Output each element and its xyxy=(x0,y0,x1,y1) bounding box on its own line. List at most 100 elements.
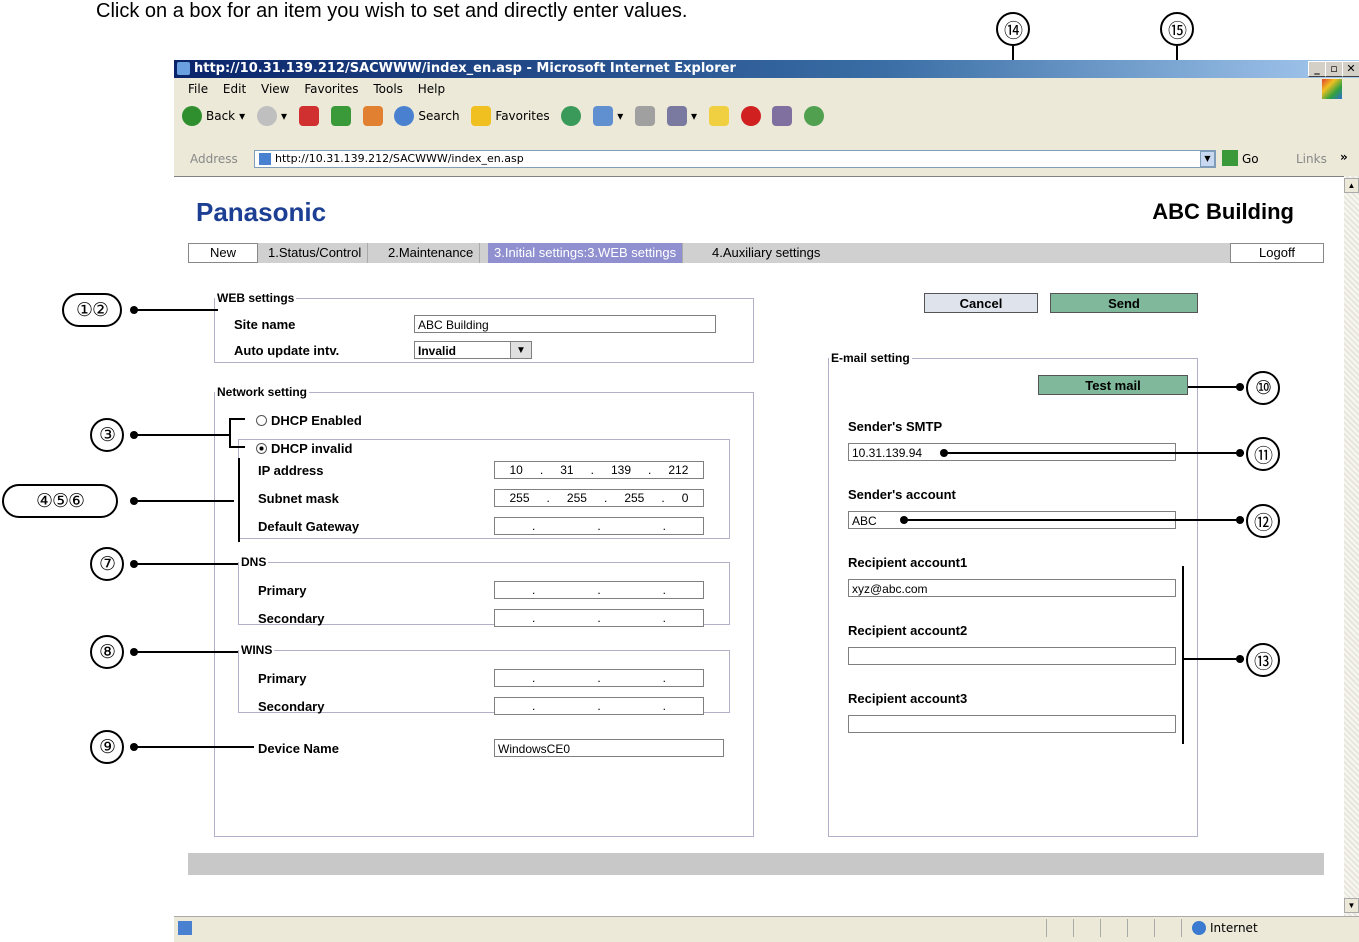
research-button[interactable] xyxy=(772,106,793,126)
back-button[interactable]: Back ▾ xyxy=(182,106,245,126)
favorites-button[interactable]: Favorites xyxy=(471,106,550,126)
send-button[interactable]: Send xyxy=(1050,293,1198,313)
mail-button[interactable]: ▾ xyxy=(593,106,623,126)
messenger-button[interactable] xyxy=(804,106,825,126)
wins-primary-input[interactable]: ... xyxy=(494,669,704,687)
nav-bar: New 1.Status/Control 2.Maintenance 3.Ini… xyxy=(188,243,1324,263)
callout-3: ③ xyxy=(90,418,124,452)
recipient1-input[interactable]: xyz@abc.com xyxy=(848,579,1176,597)
menu-tools[interactable]: Tools xyxy=(373,82,403,96)
messenger-icon xyxy=(804,106,825,126)
mask-octet-1[interactable]: 255 xyxy=(510,490,530,506)
close-icon[interactable]: ✕ xyxy=(1342,61,1359,77)
dns-primary-label: Primary xyxy=(258,583,307,598)
mask-octet-3[interactable]: 255 xyxy=(624,490,644,506)
stop-button[interactable] xyxy=(298,106,319,126)
minimize-icon[interactable]: _ xyxy=(1308,61,1326,77)
callout-10-dot xyxy=(1236,383,1244,391)
callout-15: ⑮ xyxy=(1160,12,1194,46)
callout-9-line xyxy=(134,746,254,748)
subnet-mask-input[interactable]: 255. 255. 255. 0 xyxy=(494,489,704,507)
vertical-scrollbar[interactable]: ▲ ▼ xyxy=(1344,176,1359,916)
menu-file[interactable]: File xyxy=(188,82,208,96)
chevron-down-icon[interactable]: ▼ xyxy=(510,342,531,358)
refresh-button[interactable] xyxy=(330,106,351,126)
dns-secondary-input[interactable]: ... xyxy=(494,609,704,627)
power-icon xyxy=(740,106,761,126)
home-button[interactable] xyxy=(362,106,383,126)
menu-help[interactable]: Help xyxy=(418,82,445,96)
mask-octet-4[interactable]: 0 xyxy=(682,490,689,506)
dhcp-invalid-option[interactable]: DHCP invalid xyxy=(256,441,357,456)
ip-address-input[interactable]: 10. 31. 139. 212 xyxy=(494,461,704,479)
edit-button[interactable]: ▾ xyxy=(666,106,697,126)
refresh-icon xyxy=(330,106,351,126)
default-gateway-label: Default Gateway xyxy=(258,519,360,534)
callout-1-2-line xyxy=(134,309,218,311)
auto-update-value: Invalid xyxy=(418,344,457,358)
tab-auxiliary-settings[interactable]: 4.Auxiliary settings xyxy=(706,243,826,263)
ip-octet-3[interactable]: 139 xyxy=(611,462,631,478)
cancel-button[interactable]: Cancel xyxy=(924,293,1038,313)
forward-button[interactable]: ▾ xyxy=(257,106,287,126)
auto-update-label: Auto update intv. xyxy=(234,343,340,358)
default-gateway-input[interactable]: ... xyxy=(494,517,704,535)
device-name-input[interactable]: WindowsCE0 xyxy=(494,739,724,757)
tab-web-settings[interactable]: 3.Initial settings:3.WEB settings xyxy=(488,243,684,263)
callout-12-dot-b xyxy=(1236,516,1244,524)
dhcp-enabled-radio[interactable] xyxy=(256,415,267,426)
tab-maintenance[interactable]: 2.Maintenance xyxy=(382,243,481,263)
home-icon xyxy=(362,106,383,126)
address-text: http://10.31.139.212/SACWWW/index_en.asp xyxy=(275,152,524,165)
logoff-button[interactable]: Logoff xyxy=(1230,243,1324,263)
media-button[interactable] xyxy=(561,106,582,126)
address-dropdown-icon[interactable]: ▼ xyxy=(1200,151,1215,167)
notes-button[interactable] xyxy=(708,106,729,126)
new-button[interactable]: New xyxy=(188,243,258,263)
page-icon xyxy=(259,153,271,165)
callout-11-line xyxy=(944,452,1244,454)
recipient2-input[interactable] xyxy=(848,647,1176,665)
links-label[interactable]: Links xyxy=(1296,152,1327,166)
test-mail-button[interactable]: Test mail xyxy=(1038,375,1188,395)
subnet-mask-label: Subnet mask xyxy=(258,491,339,506)
menu-favorites[interactable]: Favorites xyxy=(304,82,358,96)
mail-icon xyxy=(593,106,614,126)
recipient3-input[interactable] xyxy=(848,715,1176,733)
dhcp-invalid-radio[interactable] xyxy=(256,443,267,454)
auto-update-select[interactable]: Invalid ▼ xyxy=(414,341,532,359)
tab-status-control[interactable]: 1.Status/Control xyxy=(262,243,369,263)
favorites-label: Favorites xyxy=(495,109,550,123)
toolbar: Back ▾ ▾ Search Favorites ▾ ▾ xyxy=(174,102,1359,132)
callout-8: ⑧ xyxy=(90,635,124,669)
dns-primary-input[interactable]: ... xyxy=(494,581,704,599)
dns-legend: DNS xyxy=(241,555,267,569)
search-button[interactable]: Search xyxy=(394,106,460,126)
back-label: Back xyxy=(206,109,236,123)
wins-secondary-input[interactable]: ... xyxy=(494,697,704,715)
print-button[interactable] xyxy=(635,106,656,126)
scroll-down-icon[interactable]: ▼ xyxy=(1344,898,1359,913)
site-name-input[interactable]: ABC Building xyxy=(414,315,716,333)
callout-13-dot xyxy=(1236,655,1244,663)
ip-octet-1[interactable]: 10 xyxy=(510,462,523,478)
panasonic-logo: Panasonic xyxy=(196,197,327,227)
scroll-up-icon[interactable]: ▲ xyxy=(1344,178,1359,193)
title-bar: http://10.31.139.212/SACWWW/index_en.asp… xyxy=(174,60,1359,78)
stop-icon xyxy=(298,106,319,126)
menu-edit[interactable]: Edit xyxy=(223,82,246,96)
address-input[interactable]: http://10.31.139.212/SACWWW/index_en.asp xyxy=(254,150,1216,168)
device-name-label: Device Name xyxy=(258,741,339,756)
go-button[interactable]: Go xyxy=(1242,152,1259,166)
globe-icon xyxy=(1192,921,1206,935)
menu-view[interactable]: View xyxy=(261,82,289,96)
restore-icon[interactable]: ▫ xyxy=(1325,61,1343,77)
go-arrow-icon[interactable] xyxy=(1222,150,1238,166)
ip-octet-4[interactable]: 212 xyxy=(668,462,688,478)
mask-octet-2[interactable]: 255 xyxy=(567,490,587,506)
callout-9: ⑨ xyxy=(90,730,124,764)
dhcp-enabled-option[interactable]: DHCP Enabled xyxy=(256,413,362,428)
power-button[interactable] xyxy=(740,106,761,126)
links-chevron-icon[interactable]: » xyxy=(1340,150,1348,164)
ip-octet-2[interactable]: 31 xyxy=(560,462,573,478)
